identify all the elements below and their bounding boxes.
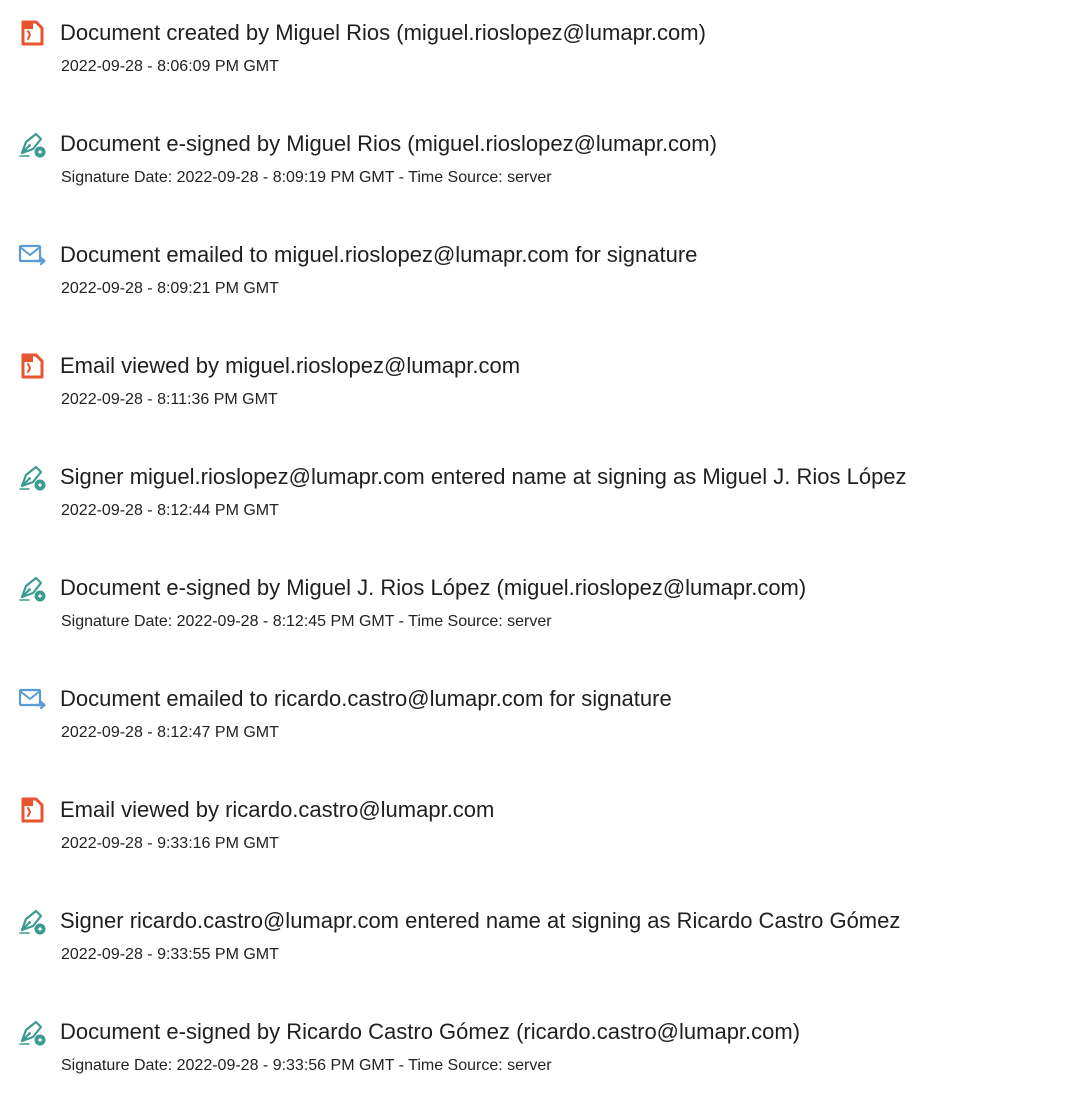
event-timestamp: 2022-09-28 - 8:06:09 PM GMT [61, 58, 279, 75]
audit-event-list: Document created by Miguel Rios (miguel.… [0, 0, 1090, 1111]
document-created-icon [17, 18, 47, 48]
event-title: Document created by Miguel Rios (miguel.… [60, 20, 706, 45]
email-sent-icon [17, 684, 47, 714]
event-title: Signer ricardo.castro@lumapr.com entered… [60, 908, 901, 933]
email-sent-icon [17, 240, 47, 270]
audit-event: Signer ricardo.castro@lumapr.com entered… [0, 906, 1090, 986]
e-sign-pen-icon [17, 129, 47, 159]
event-title: Email viewed by miguel.rioslopez@lumapr.… [60, 353, 521, 378]
event-timestamp: 2022-09-28 - 8:09:21 PM GMT [61, 280, 279, 297]
event-title: Email viewed by ricardo.castro@lumapr.co… [60, 797, 495, 822]
event-timestamp: 2022-09-28 - 9:33:16 PM GMT [61, 835, 279, 852]
e-sign-pen-icon [17, 462, 47, 492]
event-title: Document e-signed by Miguel Rios (miguel… [60, 131, 717, 156]
e-sign-pen-icon [17, 1017, 47, 1047]
event-title: Document emailed to miguel.rioslopez@lum… [60, 242, 698, 267]
event-timestamp: Signature Date: 2022-09-28 - 8:09:19 PM … [61, 169, 552, 186]
event-timestamp: 2022-09-28 - 8:12:44 PM GMT [61, 502, 279, 519]
audit-event: Email viewed by miguel.rioslopez@lumapr.… [0, 351, 1090, 431]
audit-event: Document emailed to ricardo.castro@lumap… [0, 684, 1090, 764]
event-title: Document e-signed by Ricardo Castro Góme… [60, 1019, 801, 1044]
event-timestamp: Signature Date: 2022-09-28 - 8:12:45 PM … [61, 613, 552, 630]
audit-event: Signer miguel.rioslopez@lumapr.com enter… [0, 462, 1090, 542]
audit-event: Document e-signed by Miguel Rios (miguel… [0, 129, 1090, 209]
audit-event: Document created by Miguel Rios (miguel.… [0, 18, 1090, 98]
event-title: Document emailed to ricardo.castro@lumap… [60, 686, 672, 711]
audit-event: Document e-signed by Miguel J. Rios Lópe… [0, 573, 1090, 653]
document-viewed-icon [17, 351, 47, 381]
e-sign-pen-icon [17, 906, 47, 936]
event-timestamp: 2022-09-28 - 9:33:55 PM GMT [61, 946, 279, 963]
event-timestamp: Signature Date: 2022-09-28 - 9:33:56 PM … [61, 1057, 552, 1074]
e-sign-pen-icon [17, 573, 47, 603]
audit-event: Document emailed to miguel.rioslopez@lum… [0, 240, 1090, 320]
event-timestamp: 2022-09-28 - 8:11:36 PM GMT [61, 391, 278, 408]
audit-event: Email viewed by ricardo.castro@lumapr.co… [0, 795, 1090, 875]
event-title: Document e-signed by Miguel J. Rios Lópe… [60, 575, 807, 600]
event-title: Signer miguel.rioslopez@lumapr.com enter… [60, 464, 907, 489]
document-viewed-icon [17, 795, 47, 825]
event-timestamp: 2022-09-28 - 8:12:47 PM GMT [61, 724, 279, 741]
audit-event: Document e-signed by Ricardo Castro Góme… [0, 1017, 1090, 1097]
